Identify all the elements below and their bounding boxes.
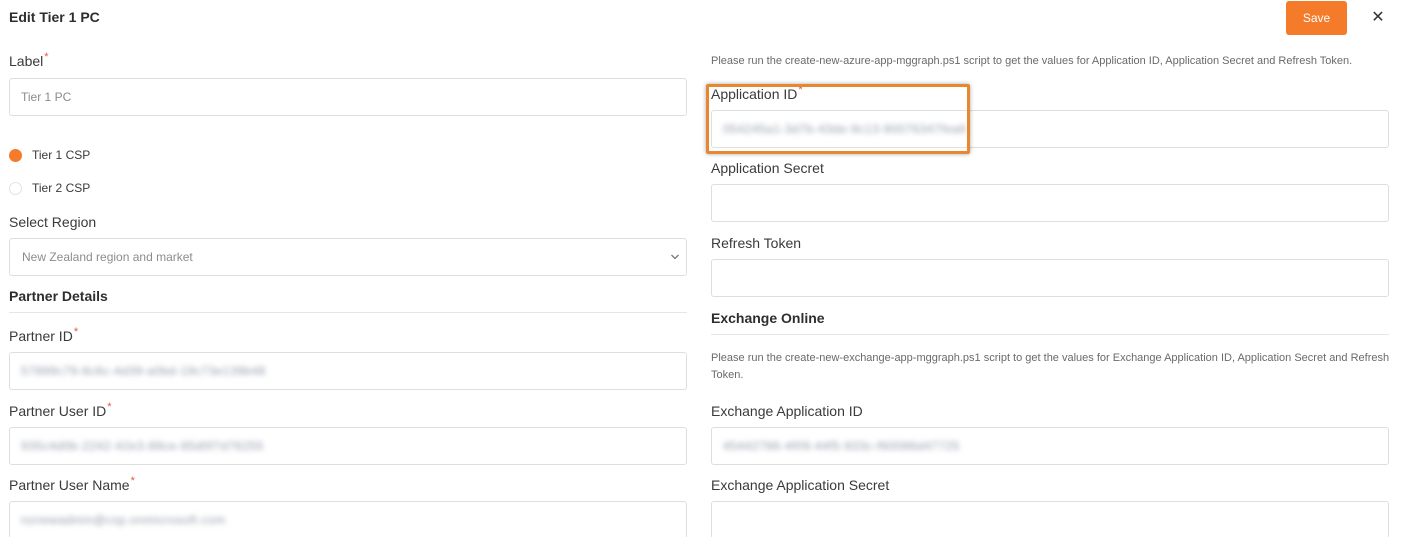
- region-select[interactable]: New Zealand region and market: [9, 238, 687, 276]
- partner-id-value: 57899c79-8c6c-4d39-a0bd-19c73e139b48: [21, 364, 266, 378]
- application-id-value: 054245a1-3d7b-43de-9c13-90076347fea6: [723, 122, 967, 136]
- application-id-label-text: Application ID: [711, 86, 798, 102]
- chevron-down-icon: [671, 254, 679, 260]
- required-marker: *: [798, 84, 803, 97]
- radio-label: Tier 2 CSP: [32, 181, 91, 195]
- partner-id-label: Partner ID*: [9, 326, 79, 344]
- refresh-token-label: Refresh Token: [711, 235, 802, 251]
- exchange-online-heading: Exchange Online: [711, 310, 825, 326]
- application-id-label: Application ID*: [711, 84, 803, 102]
- required-marker: *: [107, 401, 112, 414]
- region-label: Select Region: [9, 214, 97, 230]
- application-id-input[interactable]: 054245a1-3d7b-43de-9c13-90076347fea6: [711, 110, 1389, 148]
- label-input[interactable]: Tier 1 PC: [9, 78, 687, 116]
- partner-details-heading: Partner Details: [9, 288, 108, 304]
- radio-unselected-icon: [9, 181, 22, 195]
- dialog-title: Edit Tier 1 PC: [9, 9, 100, 25]
- partner-user-name-value: nznewadmin@csp.onmicrosoft.com: [21, 513, 226, 527]
- required-marker: *: [73, 326, 79, 339]
- radio-tier1-csp[interactable]: Tier 1 CSP: [9, 148, 90, 162]
- radio-selected-icon: [9, 148, 22, 162]
- partner-user-name-input[interactable]: nznewadmin@csp.onmicrosoft.com: [9, 501, 687, 537]
- section-divider: [711, 334, 1389, 335]
- partner-user-id-label-text: Partner User ID: [9, 403, 107, 419]
- exchange-application-id-value: 45442786-4f09-44f5-933c-f60086d47725: [723, 439, 960, 453]
- application-secret-label: Application Secret: [711, 160, 824, 176]
- exchange-application-secret-label: Exchange Application Secret: [711, 477, 890, 493]
- label-input-value: Tier 1 PC: [21, 90, 72, 104]
- partner-user-id-input[interactable]: 935c4d0b-2242-42e3-89ce-85d0f7d76255: [9, 427, 687, 465]
- required-marker: *: [44, 51, 49, 64]
- section-divider: [9, 312, 687, 313]
- refresh-token-input[interactable]: [711, 259, 1389, 297]
- radio-label: Tier 1 CSP: [32, 148, 91, 162]
- partner-user-id-value: 935c4d0b-2242-42e3-89ce-85d0f7d76255: [21, 439, 264, 453]
- azure-app-hint: Please run the create-new-azure-app-mggr…: [711, 55, 1353, 67]
- label-field-label: Label*: [9, 51, 49, 69]
- exchange-application-id-input[interactable]: 45442786-4f09-44f5-933c-f60086d47725: [711, 427, 1389, 465]
- exchange-app-hint: Please run the create-new-exchange-app-m…: [711, 352, 1390, 381]
- close-icon[interactable]: ✕: [1369, 6, 1387, 28]
- partner-id-label-text: Partner ID: [9, 328, 73, 344]
- partner-user-name-label-text: Partner User Name: [9, 477, 130, 493]
- partner-user-name-label: Partner User Name*: [9, 475, 135, 493]
- partner-id-input[interactable]: 57899c79-8c6c-4d39-a0bd-19c73e139b48: [9, 352, 687, 390]
- application-secret-input[interactable]: [711, 184, 1389, 222]
- exchange-application-secret-input[interactable]: [711, 501, 1389, 537]
- region-select-value: New Zealand region and market: [22, 250, 193, 264]
- label-title-text: Label: [9, 53, 44, 69]
- radio-tier2-csp[interactable]: Tier 2 CSP: [9, 181, 90, 195]
- required-marker: *: [130, 475, 135, 488]
- partner-user-id-label: Partner User ID*: [9, 401, 112, 419]
- save-button[interactable]: Save: [1286, 1, 1347, 35]
- exchange-application-id-label: Exchange Application ID: [711, 403, 863, 419]
